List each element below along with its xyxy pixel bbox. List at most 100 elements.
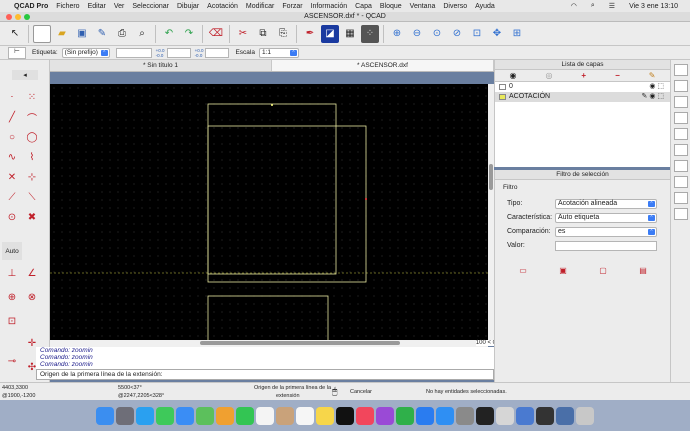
library-icon[interactable]: [674, 80, 688, 92]
restrict-orthogonal-icon[interactable]: ⊥: [2, 264, 22, 282]
undo-icon[interactable]: ↶: [160, 25, 178, 43]
scale-select[interactable]: 1:1 ⌃: [258, 47, 299, 58]
comparacion-select[interactable]: es ⌃: [555, 227, 657, 237]
zoom-auto-icon[interactable]: ⊙: [428, 25, 446, 43]
menu-seleccionar[interactable]: Seleccionar: [132, 3, 169, 10]
maps-icon[interactable]: [196, 406, 214, 425]
zoom-window-icon[interactable]: ⊡: [468, 25, 486, 43]
qcad-icon[interactable]: [496, 406, 514, 425]
redo-icon[interactable]: ↷: [180, 25, 198, 43]
save-as-icon[interactable]: ✎: [93, 25, 111, 43]
notes-icon[interactable]: [316, 406, 334, 425]
menu-editar[interactable]: Editar: [88, 3, 106, 10]
caracteristica-select[interactable]: Auto etiqueta ⌃: [555, 213, 657, 223]
command-input[interactable]: Origen de la primera línea de la extensi…: [36, 369, 494, 380]
prefix-select[interactable]: (Sin prefijo) ⌃: [61, 47, 110, 58]
hscroll-thumb[interactable]: [200, 341, 400, 345]
valor-input[interactable]: [555, 241, 657, 251]
snap-free-icon[interactable]: ✕: [2, 168, 22, 186]
snap-intersection-icon[interactable]: ✖: [22, 208, 42, 226]
minimize-window-button[interactable]: [15, 14, 21, 20]
keynote-icon[interactable]: [416, 406, 434, 425]
settings-icon[interactable]: [456, 406, 474, 425]
menu-forzar[interactable]: Forzar: [282, 3, 302, 10]
command-line-icon[interactable]: [674, 128, 688, 140]
menu-app[interactable]: QCAD Pro: [14, 3, 48, 10]
print-preview-icon[interactable]: ⌕: [133, 25, 151, 43]
layer-row[interactable]: 0 ◉ ⬚: [495, 82, 670, 92]
reminders-icon[interactable]: [296, 406, 314, 425]
appstore-icon[interactable]: [436, 406, 454, 425]
trash-icon[interactable]: [576, 406, 594, 425]
layer-list-icon[interactable]: [674, 112, 688, 124]
podcasts-icon[interactable]: [376, 406, 394, 425]
clock[interactable]: Vie 3 ene 13:10: [629, 3, 678, 10]
color-icon[interactable]: ▦: [341, 25, 359, 43]
grid-points-icon[interactable]: ⁙: [22, 88, 42, 106]
snap-middle-icon[interactable]: ⟍: [22, 188, 42, 206]
music-icon[interactable]: [356, 406, 374, 425]
open-file-icon[interactable]: ▰: [53, 25, 71, 43]
snap-grid-icon[interactable]: ⊹: [22, 168, 42, 186]
zoom-selection-icon[interactable]: ⊞: [508, 25, 526, 43]
snap-perpendicular-icon[interactable]: ⊡: [2, 312, 22, 330]
block-list-icon[interactable]: [674, 96, 688, 108]
layer-row[interactable]: ACOTACIÓN ✎ ◉ ⬚: [495, 92, 670, 102]
zoom-pan-icon[interactable]: ✥: [488, 25, 506, 43]
tv-icon[interactable]: [336, 406, 354, 425]
relative-zero-icon[interactable]: ⊕: [2, 288, 22, 306]
remove-layer-icon[interactable]: −: [615, 70, 620, 81]
point-tools-icon[interactable]: ⋅: [2, 88, 22, 106]
copy-icon[interactable]: ⧉: [254, 25, 272, 43]
menu-ayuda[interactable]: Ayuda: [475, 3, 495, 10]
properties-icon[interactable]: [674, 64, 688, 76]
contacts-icon[interactable]: [276, 406, 294, 425]
menu-dibujar[interactable]: Dibujar: [177, 3, 199, 10]
coordinate-icon[interactable]: ⊸: [2, 352, 22, 370]
messages-icon[interactable]: [156, 406, 174, 425]
zoom-previous-icon[interactable]: ⊘: [448, 25, 466, 43]
cut-icon[interactable]: ✂: [234, 25, 252, 43]
grid-icon[interactable]: ⁘: [361, 24, 379, 43]
pointer-tool-icon[interactable]: ↖: [6, 25, 24, 43]
invert-selection-icon[interactable]: ▤: [639, 266, 647, 275]
close-window-button[interactable]: [6, 14, 12, 20]
label-text-input[interactable]: [115, 47, 152, 58]
menu-ventana[interactable]: Ventana: [410, 3, 436, 10]
deselect-icon[interactable]: ▢: [599, 266, 607, 275]
safari-icon[interactable]: [136, 406, 154, 425]
control-center-icon[interactable]: ☰: [609, 2, 615, 10]
menu-modificar[interactable]: Modificar: [246, 3, 274, 10]
new-file-icon[interactable]: [33, 24, 51, 43]
mail-icon[interactable]: [176, 406, 194, 425]
upper-tolerance-input[interactable]: [166, 47, 191, 58]
select-icon[interactable]: ▭: [519, 266, 527, 275]
line-tools-icon[interactable]: ╱: [2, 108, 22, 126]
tipo-select[interactable]: Acotación alineada ⌃: [555, 199, 657, 209]
photos-icon[interactable]: [216, 406, 234, 425]
menu-acotacion[interactable]: Acotación: [207, 3, 238, 10]
eye-icon[interactable]: ◉ ⬚: [649, 82, 664, 92]
search-icon[interactable]: ⌕: [591, 2, 595, 10]
snap-center-icon[interactable]: ⊙: [2, 208, 22, 226]
paste-icon[interactable]: ⎘: [274, 25, 292, 43]
erase-icon[interactable]: ⌫: [207, 25, 225, 43]
hide-all-layers-icon[interactable]: ◎: [545, 70, 552, 81]
add-to-selection-icon[interactable]: ▣: [559, 266, 567, 275]
eye-icon[interactable]: ✎ ◉ ⬚: [642, 92, 664, 102]
facetime-icon[interactable]: [236, 406, 254, 425]
menu-diverso[interactable]: Diverso: [443, 3, 467, 10]
finder-icon[interactable]: [96, 406, 114, 425]
drawing-canvas[interactable]: [50, 84, 488, 340]
zoom-out-icon[interactable]: ⊖: [408, 25, 426, 43]
save-icon[interactable]: ▣: [73, 25, 91, 43]
tab-sin-titulo[interactable]: * Sin título 1: [50, 60, 272, 71]
snap-list-icon[interactable]: [674, 160, 688, 172]
selection-list-icon[interactable]: [674, 176, 688, 188]
lock-zero-icon[interactable]: ⊗: [22, 288, 42, 306]
print-icon[interactable]: ⎙: [113, 25, 131, 43]
finder-window-icon[interactable]: [556, 406, 574, 425]
draw-order-icon[interactable]: ◪: [321, 24, 339, 43]
numbers-icon[interactable]: [396, 406, 414, 425]
polyline-tools-icon[interactable]: ⌇: [22, 148, 42, 166]
